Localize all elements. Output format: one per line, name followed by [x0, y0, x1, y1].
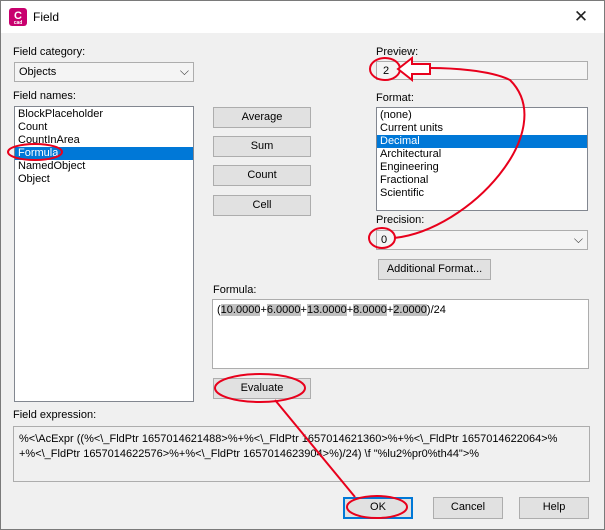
list-item[interactable]: Count — [15, 121, 193, 134]
preview-value: 2 — [383, 65, 390, 77]
app-icon: Ccad — [9, 8, 27, 26]
cancel-button[interactable]: Cancel — [433, 497, 503, 519]
format-list[interactable]: (none) Current units Decimal Architectur… — [376, 107, 588, 211]
title-bar: Ccad Field ✕ — [1, 1, 604, 33]
close-icon[interactable]: ✕ — [566, 6, 596, 28]
field-category-value: Objects — [19, 66, 57, 78]
help-button[interactable]: Help — [519, 497, 589, 519]
list-item[interactable]: Architectural — [377, 148, 587, 161]
formula-value: 6.0000 — [266, 304, 301, 316]
format-label: Format: — [376, 92, 414, 104]
additional-format-button[interactable]: Additional Format... — [378, 259, 491, 280]
formula-input[interactable]: (10.0000+6.0000+13.0000+8.0000+2.0000)/2… — [212, 299, 589, 369]
formula-operator: + — [300, 304, 307, 316]
ok-button[interactable]: OK — [343, 497, 413, 519]
formula-text: )/24 — [426, 304, 446, 316]
evaluate-button[interactable]: Evaluate — [213, 378, 311, 399]
field-category-select[interactable]: Objects ⌵ — [14, 62, 194, 82]
formula-value: 8.0000 — [353, 304, 387, 316]
list-item-selected[interactable]: Decimal — [377, 135, 587, 148]
chevron-down-icon: ⌵ — [573, 232, 583, 246]
list-item[interactable]: Scientific — [377, 187, 587, 200]
list-item[interactable]: Current units — [377, 122, 587, 135]
count-button[interactable]: Count — [213, 165, 311, 186]
preview-label: Preview: — [376, 46, 419, 58]
field-expression-box: %<\AcExpr ((%<\_FldPtr 1657014621488>%+%… — [13, 426, 590, 482]
list-item-selected[interactable]: Formula — [15, 147, 193, 160]
list-item[interactable]: NamedObject — [15, 160, 193, 173]
dialog-title: Field — [33, 10, 60, 24]
sum-button[interactable]: Sum — [213, 136, 311, 157]
formula-operator: + — [260, 304, 267, 316]
formula-value: 13.0000 — [306, 304, 347, 316]
list-item[interactable]: (none) — [377, 109, 587, 122]
list-item[interactable]: CountInArea — [15, 134, 193, 147]
field-names-label: Field names: — [13, 90, 76, 102]
field-category-label: Field category: — [13, 46, 86, 58]
precision-value: 0 — [381, 234, 388, 246]
field-names-list[interactable]: BlockPlaceholder Count CountInArea Formu… — [14, 106, 194, 402]
field-expression-label: Field expression: — [13, 409, 97, 421]
field-dialog: Ccad Field ✕ Field category: Objects ⌵ F… — [0, 0, 605, 530]
cell-button[interactable]: Cell — [213, 195, 311, 216]
average-button[interactable]: Average — [213, 107, 311, 128]
list-item[interactable]: Object — [15, 173, 193, 186]
preview-field: 2 — [376, 61, 588, 80]
formula-value: 10.0000 — [220, 304, 261, 316]
precision-select[interactable]: 0 ⌵ — [376, 230, 588, 250]
field-expression-line: %<\AcExpr ((%<\_FldPtr 1657014621488>%+%… — [19, 433, 558, 445]
formula-value: 2.0000 — [393, 304, 427, 316]
precision-label: Precision: — [376, 214, 425, 226]
list-item[interactable]: Engineering — [377, 161, 587, 174]
list-item[interactable]: BlockPlaceholder — [15, 108, 193, 121]
formula-label: Formula: — [213, 284, 257, 296]
field-expression-line: +%<\_FldPtr 1657014622576>%+%<\_FldPtr 1… — [19, 448, 480, 460]
chevron-down-icon: ⌵ — [179, 64, 189, 78]
list-item[interactable]: Fractional — [377, 174, 587, 187]
